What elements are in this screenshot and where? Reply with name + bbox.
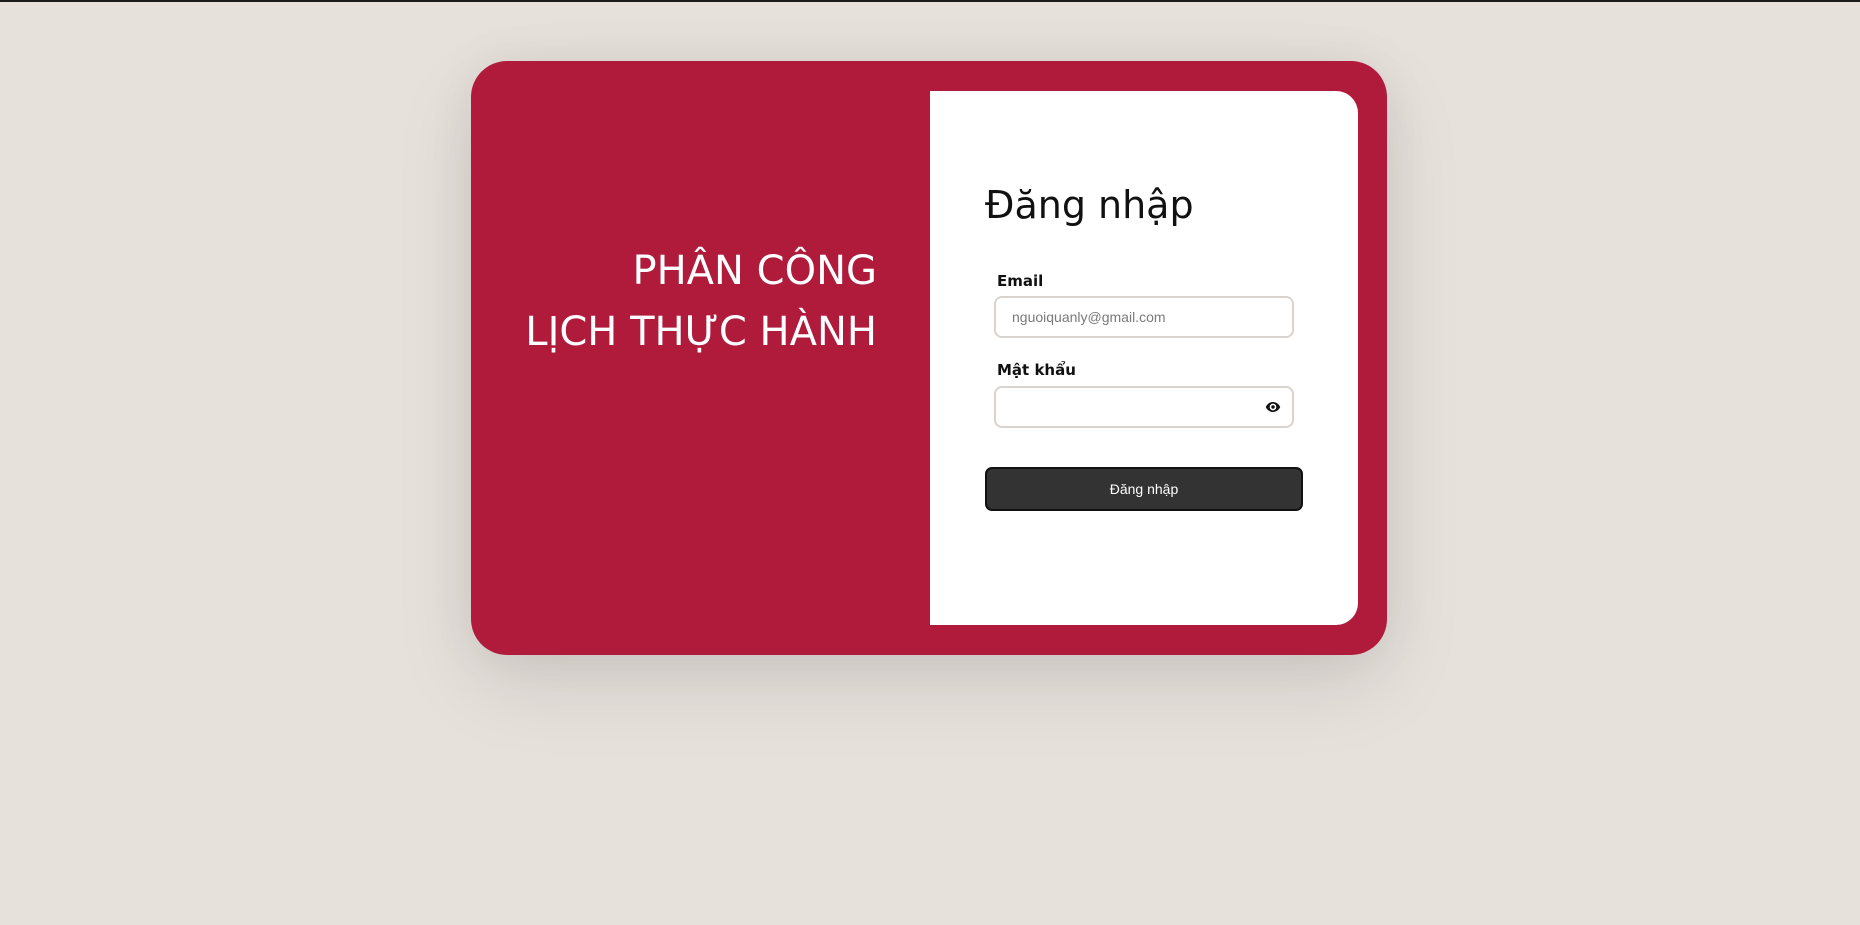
- email-field[interactable]: [996, 298, 1292, 336]
- brand-title-line-2: LỊCH THỰC HÀNH: [525, 309, 877, 355]
- password-field[interactable]: [996, 388, 1292, 426]
- email-label: Email: [997, 272, 1044, 290]
- top-border: [0, 0, 1860, 2]
- password-label: Mật khẩu: [997, 361, 1076, 379]
- brand-title: PHÂN CÔNG LỊCH THỰC HÀNH: [525, 241, 877, 363]
- email-field-container: [994, 296, 1294, 338]
- password-field-container: [994, 386, 1294, 428]
- eye-icon[interactable]: [1264, 399, 1282, 415]
- login-button[interactable]: Đăng nhập: [985, 467, 1303, 511]
- brand-title-line-1: PHÂN CÔNG: [632, 248, 877, 294]
- login-card: PHÂN CÔNG LỊCH THỰC HÀNH Đăng nhập Email…: [471, 61, 1387, 655]
- login-form-panel: Đăng nhập Email Mật khẩu Đăng nhập: [930, 91, 1358, 625]
- login-title: Đăng nhập: [985, 183, 1194, 227]
